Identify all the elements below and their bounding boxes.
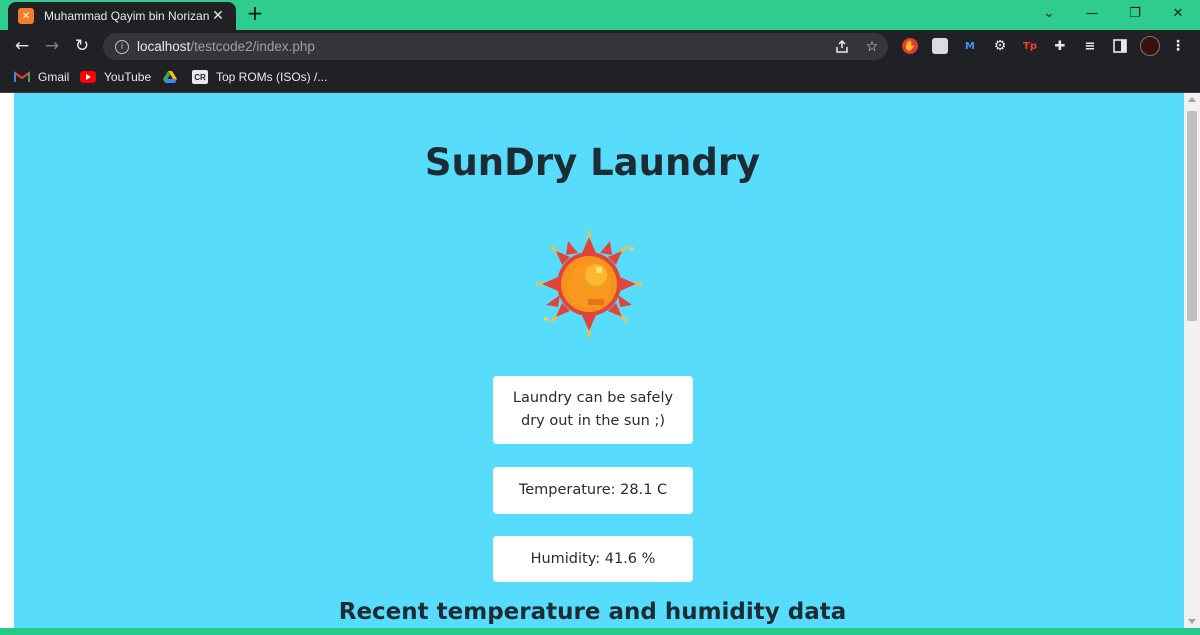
google-drive-icon [162, 70, 178, 84]
status-message: Laundry can be safely dry out in the sun… [512, 390, 674, 429]
left-edge [0, 93, 14, 628]
page-content: SunDry Laundry Laundry can be safely dry… [14, 93, 1184, 628]
reload-button[interactable]: ↻ [70, 34, 94, 58]
tp-extension-icon[interactable]: Tp [1022, 38, 1038, 54]
bookmark-star-icon[interactable]: ☆ [863, 38, 881, 56]
bookmark-label: Top ROMs (ISOs) /... [216, 70, 328, 84]
side-panel-icon[interactable] [1112, 38, 1128, 54]
xampp-icon: ✕ [18, 8, 34, 24]
minimize-button[interactable]: — [1070, 0, 1114, 26]
site-info-icon[interactable]: i [115, 39, 129, 54]
url-host: localhost [137, 39, 191, 54]
temperature-card: Temperature: 28.1 C [493, 467, 693, 514]
adblock-icon[interactable]: ✋ [902, 38, 918, 54]
tab-strip: ✕ Muhammad Qayim bin Norizan ✕ + ⌄ — ❐ ✕ [0, 0, 1200, 30]
bookmark-google-drive[interactable] [162, 68, 186, 86]
scroll-down-arrow[interactable] [1188, 619, 1196, 624]
status-card: Laundry can be safely dry out in the sun… [493, 376, 693, 444]
more-menu-icon[interactable]: ⋮ [1170, 38, 1186, 54]
close-tab-icon[interactable]: ✕ [210, 8, 226, 24]
youtube-icon [80, 70, 96, 84]
bookmark-label: YouTube [104, 70, 152, 84]
vertical-scrollbar[interactable] [1184, 93, 1200, 628]
gmail-icon [14, 70, 30, 84]
back-button[interactable]: ← [10, 34, 34, 58]
restore-button[interactable]: ❐ [1113, 0, 1157, 26]
bookmark-top-roms[interactable]: CR Top ROMs (ISOs) /... [192, 68, 327, 86]
temperature-value: Temperature: 28.1 C [518, 482, 668, 498]
bookmark-youtube[interactable]: YouTube [80, 68, 151, 86]
extensions-puzzle-icon[interactable]: ✚ [1052, 38, 1068, 54]
address-bar[interactable]: i localhost/testcode2/index.php ☆ [103, 33, 888, 60]
scroll-thumb[interactable] [1187, 111, 1197, 321]
toolbar: ← → ↻ i localhost/testcode2/index.php ☆ … [0, 30, 1200, 62]
humidity-card: Humidity: 41.6 % [493, 536, 693, 582]
browser-window: ✕ Muhammad Qayim bin Norizan ✕ + ⌄ — ❐ ✕… [0, 0, 1200, 635]
page-title: SunDry Laundry [424, 141, 761, 184]
sun-icon [536, 231, 642, 337]
url-path: /testcode2/index.php [190, 39, 315, 54]
forward-button[interactable]: → [40, 34, 64, 58]
bookmark-label: Gmail [38, 70, 70, 84]
bottom-frame [0, 628, 1200, 635]
bookmark-gmail[interactable]: Gmail [14, 68, 69, 86]
new-tab-button[interactable]: + [246, 3, 264, 23]
tab-search-icon[interactable]: ⌄ [1027, 0, 1071, 26]
close-window-button[interactable]: ✕ [1156, 0, 1200, 26]
cdromance-icon: CR [192, 70, 208, 84]
humidity-value: Humidity: 41.6 % [530, 550, 656, 567]
media-control-icon[interactable]: ≡ [1082, 38, 1098, 54]
mendeley-icon[interactable]: M [962, 38, 978, 54]
extension-gray-icon[interactable] [932, 38, 948, 54]
tab-active[interactable]: ✕ Muhammad Qayim bin Norizan ✕ [8, 2, 236, 30]
share-icon[interactable] [833, 38, 851, 56]
gear-icon[interactable]: ⚙ [992, 38, 1008, 54]
recent-data-heading: Recent temperature and humidity data [338, 599, 847, 625]
scroll-up-arrow[interactable] [1188, 97, 1196, 102]
profile-avatar[interactable] [1140, 36, 1160, 56]
bookmarks-bar: Gmail YouTube CR Top ROMs (ISOs) /... [0, 62, 1200, 93]
tab-title: Muhammad Qayim bin Norizan [44, 9, 210, 23]
